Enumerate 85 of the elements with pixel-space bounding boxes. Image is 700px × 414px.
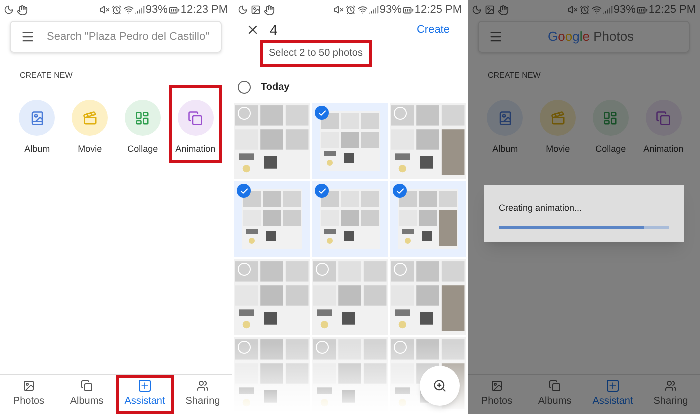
moon-icon xyxy=(238,5,248,15)
albums-nav-icon xyxy=(549,380,561,392)
photos-nav-icon xyxy=(23,380,35,392)
date-heading: Today xyxy=(261,80,290,94)
album-icon xyxy=(19,100,56,136)
nav-tab[interactable]: Photos xyxy=(468,375,526,414)
wifi-icon xyxy=(592,5,602,15)
movie-icon xyxy=(72,100,108,136)
create-option[interactable]: Album xyxy=(11,85,64,163)
battery-icon xyxy=(168,4,180,16)
nav-tab[interactable]: Photos xyxy=(0,375,58,414)
create-option[interactable]: Album xyxy=(479,85,532,163)
mute-icon xyxy=(568,5,578,15)
signal-icon xyxy=(134,5,145,15)
assistant-nav-icon xyxy=(139,380,151,392)
create-button[interactable]: Create xyxy=(416,22,450,38)
selection-hint: Select 2 to 50 photos xyxy=(260,40,372,67)
moon-icon xyxy=(472,5,482,15)
hand-icon xyxy=(17,4,28,16)
menu-icon[interactable] xyxy=(489,30,503,44)
create-option[interactable]: Movie xyxy=(532,85,584,163)
mute-icon xyxy=(100,5,110,15)
collage-icon xyxy=(124,100,161,136)
animation-icon xyxy=(646,100,682,136)
nav-tab[interactable]: Albums xyxy=(526,375,584,414)
clock-time: 12:23 PM xyxy=(180,2,228,18)
check-icon[interactable] xyxy=(315,106,329,120)
create-option[interactable]: Animation xyxy=(169,85,222,163)
collage-icon xyxy=(592,100,629,136)
photos-nav-icon xyxy=(491,380,503,392)
section-title: CREATE NEW xyxy=(20,70,74,82)
search-bar[interactable]: Search "Plaza Pedro del Castillo" xyxy=(10,21,222,53)
search-placeholder: Search "Plaza Pedro del Castillo" xyxy=(47,30,210,45)
check-icon[interactable] xyxy=(393,184,407,198)
albums-nav-icon xyxy=(81,380,93,392)
battery-percent: 93% xyxy=(614,2,636,18)
nav-tab[interactable]: Assistant xyxy=(584,375,642,414)
section-title: CREATE NEW xyxy=(488,70,542,82)
search-bar[interactable]: Google Photos xyxy=(478,21,690,53)
sharing-nav-icon xyxy=(197,380,209,392)
create-option[interactable]: Collage xyxy=(584,85,638,163)
selected-photo-tile[interactable] xyxy=(234,181,310,257)
selection-count: 4 xyxy=(270,20,278,40)
nav-tab[interactable]: Albums xyxy=(58,375,116,414)
battery-percent: 93% xyxy=(380,2,402,18)
selected-photo-tile[interactable] xyxy=(390,181,466,257)
battery-icon xyxy=(636,4,648,16)
image-icon xyxy=(251,5,261,15)
sharing-nav-icon xyxy=(665,380,677,392)
mute-icon xyxy=(334,5,344,15)
dialog-message: Creating animation... xyxy=(499,202,584,215)
alarm-icon xyxy=(580,5,590,15)
battery-percent: 93% xyxy=(146,2,168,18)
clock-time: 12:25 PM xyxy=(414,2,462,18)
battery-icon xyxy=(402,4,414,16)
app-logo: Google Photos xyxy=(548,28,634,46)
movie-icon xyxy=(540,100,576,136)
signal-icon xyxy=(602,5,613,15)
nav-tab[interactable]: Sharing xyxy=(642,375,700,414)
selected-photo-tile[interactable] xyxy=(312,103,388,179)
image-icon xyxy=(485,5,495,15)
album-icon xyxy=(487,100,524,136)
nav-tab[interactable]: Sharing xyxy=(174,375,232,414)
alarm-icon xyxy=(112,5,122,15)
close-icon[interactable] xyxy=(246,23,260,37)
zoom-in-icon xyxy=(433,379,447,393)
create-option[interactable]: Collage xyxy=(116,85,170,163)
selected-photo-tile[interactable] xyxy=(312,181,388,257)
alarm-icon xyxy=(346,5,356,15)
moon-icon xyxy=(4,5,14,15)
hand-icon xyxy=(498,4,509,16)
check-icon[interactable] xyxy=(237,184,251,198)
create-option[interactable]: Animation xyxy=(637,85,690,163)
clock-time: 12:25 PM xyxy=(648,2,696,18)
animation-icon xyxy=(178,100,214,136)
hand-icon xyxy=(264,4,275,16)
create-option[interactable]: Movie xyxy=(64,85,116,163)
nav-tab[interactable]: Assistant xyxy=(116,375,174,414)
wifi-icon xyxy=(358,5,368,15)
group-select-radio[interactable] xyxy=(238,80,251,94)
menu-icon[interactable] xyxy=(21,30,35,44)
assistant-nav-icon xyxy=(607,380,619,392)
signal-icon xyxy=(368,5,379,15)
wifi-icon xyxy=(124,5,134,15)
check-icon[interactable] xyxy=(315,184,329,198)
